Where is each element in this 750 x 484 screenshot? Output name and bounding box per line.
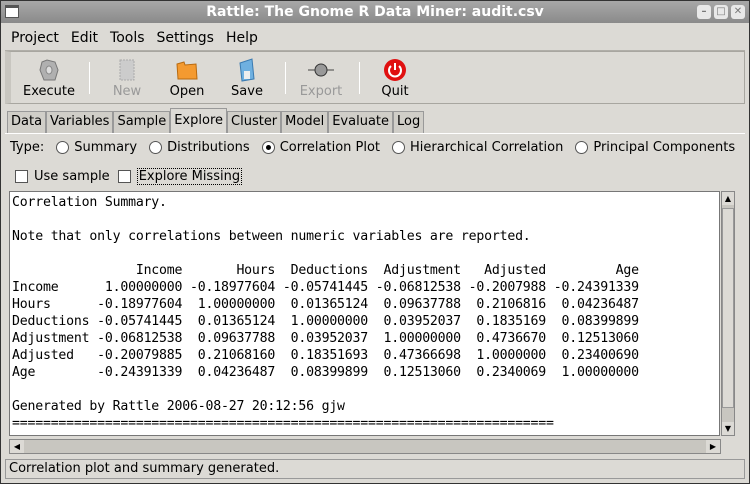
explore-missing-checkbox[interactable]: [117, 170, 131, 183]
radio-distributions-label[interactable]: Distributions: [167, 140, 250, 155]
tab-explore[interactable]: Explore: [170, 108, 228, 133]
use-sample-checkbox[interactable]: [15, 170, 28, 183]
use-sample-label[interactable]: Use sample: [34, 169, 110, 184]
scroll-right-arrow[interactable]: ▶: [706, 440, 720, 453]
explore-panel: Type: Summary Distributions Correlation …: [5, 133, 745, 457]
output-line: Generated by Rattle 2006-08-27 20:12:56 …: [12, 399, 345, 414]
rattle-window: Rattle: The Gnome R Data Miner: audit.cs…: [0, 0, 750, 484]
output-line: Adjusted -0.20079885 0.21068160 0.183516…: [12, 348, 639, 363]
save-label: Save: [231, 84, 263, 99]
open-folder-icon: [176, 61, 198, 80]
menu-settings[interactable]: Settings: [151, 30, 220, 46]
type-label: Type:: [10, 140, 45, 155]
output-line: Deductions -0.05741445 0.01365124 1.0000…: [12, 314, 639, 329]
notebook-tabs: Data Variables Sample Explore Cluster Mo…: [7, 108, 425, 133]
menu-help[interactable]: Help: [220, 30, 264, 46]
minimize-button[interactable]: –: [697, 5, 711, 19]
output-line: ========================================…: [12, 416, 554, 431]
toolbar-separator: [89, 62, 90, 94]
menu-project[interactable]: Project: [5, 30, 65, 46]
power-icon: [384, 59, 406, 81]
toolbar-separator: [285, 62, 286, 94]
menu-tools[interactable]: Tools: [104, 30, 151, 46]
radio-hierarchical-correlation[interactable]: [392, 141, 406, 154]
radio-principal-components[interactable]: [575, 141, 589, 154]
execute-icon: [39, 59, 59, 81]
output-textview[interactable]: Correlation Summary. Note that only corre…: [9, 191, 720, 436]
tab-model[interactable]: Model: [281, 111, 329, 133]
new-label: New: [112, 84, 142, 99]
export-label: Export: [299, 84, 343, 99]
execute-label: Execute: [23, 84, 75, 99]
window-menu-icon[interactable]: [5, 5, 19, 18]
menu-bar: Project Edit Tools Settings Help: [5, 25, 745, 51]
execute-button[interactable]: Execute: [19, 56, 79, 99]
radio-correlation-plot-label[interactable]: Correlation Plot: [280, 140, 380, 155]
horizontal-scrollbar[interactable]: ◀ ▶: [9, 439, 721, 454]
options-row: Use sample Explore Missing: [15, 168, 243, 185]
output-line: Correlation Summary.: [12, 195, 167, 210]
vertical-scroll-thumb[interactable]: [722, 208, 734, 408]
radio-principal-components-label[interactable]: Principal Components: [593, 140, 735, 155]
open-label: Open: [169, 84, 205, 99]
export-icon: [308, 63, 334, 77]
close-button[interactable]: ✕: [731, 5, 745, 19]
open-button[interactable]: Open: [157, 56, 217, 99]
save-icon: [239, 58, 255, 82]
radio-correlation-plot[interactable]: [261, 141, 275, 154]
explore-missing-label[interactable]: Explore Missing: [136, 168, 243, 185]
output-line: Age -0.24391339 0.04236487 0.08399899 0.…: [12, 365, 639, 380]
type-radio-group: Type: Summary Distributions Correlation …: [10, 140, 735, 155]
horizontal-scroll-trough[interactable]: [24, 440, 706, 453]
radio-distributions[interactable]: [149, 141, 163, 154]
status-bar: Correlation plot and summary generated.: [5, 459, 745, 479]
output-line: Hours -0.18977604 1.00000000 0.01365124 …: [12, 297, 639, 312]
tab-cluster[interactable]: Cluster: [227, 111, 282, 133]
radio-hierarchical-correlation-label[interactable]: Hierarchical Correlation: [410, 140, 563, 155]
output-line: Note that only correlations between nume…: [12, 229, 531, 244]
scroll-down-arrow[interactable]: ▼: [722, 422, 734, 435]
maximize-button[interactable]: □: [714, 5, 728, 19]
title-bar: Rattle: The Gnome R Data Miner: audit.cs…: [1, 1, 749, 23]
window-title: Rattle: The Gnome R Data Miner: audit.cs…: [206, 4, 544, 20]
new-icon: [119, 59, 135, 81]
export-button[interactable]: Export: [291, 56, 351, 99]
tab-log[interactable]: Log: [393, 111, 425, 133]
radio-summary[interactable]: [56, 141, 70, 154]
quit-label: Quit: [381, 84, 409, 99]
radio-summary-label[interactable]: Summary: [74, 140, 137, 155]
vertical-scrollbar[interactable]: ▲ ▼: [721, 191, 735, 436]
scroll-up-arrow[interactable]: ▲: [722, 192, 734, 205]
save-button[interactable]: Save: [217, 56, 277, 99]
toolbar-separator: [359, 62, 360, 94]
tab-variables[interactable]: Variables: [46, 111, 114, 133]
output-line: Adjustment -0.06812538 0.09637788 0.0395…: [12, 331, 639, 346]
output-line: Income Hours Deductions Adjustment Adjus…: [12, 263, 639, 278]
output-text: Correlation Summary. Note that only corre…: [10, 192, 719, 432]
scroll-left-arrow[interactable]: ◀: [10, 440, 24, 453]
menu-edit[interactable]: Edit: [65, 30, 104, 46]
tab-data[interactable]: Data: [7, 111, 47, 133]
tab-evaluate[interactable]: Evaluate: [328, 111, 394, 133]
output-line: Income 1.00000000 -0.18977604 -0.0574144…: [12, 280, 639, 295]
quit-button[interactable]: Quit: [365, 56, 425, 99]
toolbar: Execute New Open Save Export Quit: [5, 51, 745, 104]
tab-sample[interactable]: Sample: [113, 111, 171, 133]
new-button[interactable]: New: [97, 56, 157, 99]
